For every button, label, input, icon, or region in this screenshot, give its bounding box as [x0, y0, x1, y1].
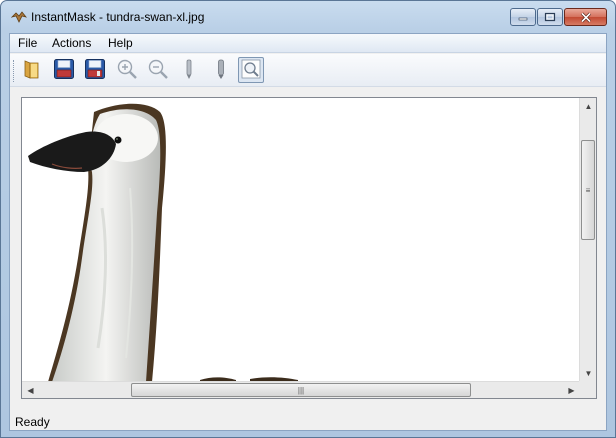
minimize-icon — [511, 9, 535, 25]
status-bar: Ready — [10, 406, 606, 430]
maximize-button[interactable] — [537, 8, 563, 26]
zoom-fit-button[interactable] — [238, 57, 264, 83]
marker-icon — [210, 58, 232, 83]
open-button[interactable] — [19, 57, 45, 83]
horizontal-scrollbar[interactable]: ◀ ||| ▶ — [22, 381, 580, 398]
app-window: InstantMask - tundra-swan-xl.jpg File Ac… — [0, 0, 616, 438]
window-title: InstantMask - tundra-swan-xl.jpg — [31, 10, 205, 24]
minimize-button[interactable] — [510, 8, 536, 26]
app-logo-icon — [10, 10, 28, 24]
toolbar-grip[interactable] — [13, 60, 16, 82]
title-bar[interactable]: InstantMask - tundra-swan-xl.jpg — [1, 1, 615, 33]
pencil-icon — [178, 58, 200, 83]
menu-actions[interactable]: Actions — [50, 36, 93, 50]
maximize-icon — [538, 9, 562, 25]
menu-help[interactable]: Help — [106, 36, 135, 50]
zoom-in-icon — [116, 58, 138, 83]
scroll-up-icon[interactable]: ▲ — [580, 98, 597, 115]
swan-image — [28, 103, 298, 382]
pencil-button[interactable] — [176, 57, 202, 83]
close-icon — [565, 9, 606, 25]
scroll-left-icon[interactable]: ◀ — [22, 382, 39, 399]
save-icon — [53, 58, 75, 83]
image-canvas[interactable] — [22, 98, 580, 382]
menu-file[interactable]: File — [16, 36, 39, 50]
zoom-in-button[interactable] — [114, 57, 140, 83]
scroll-right-icon[interactable]: ▶ — [563, 382, 580, 399]
marker-button[interactable] — [208, 57, 234, 83]
thumb-grip-icon: ≡ — [585, 185, 591, 195]
zoom-out-button[interactable] — [145, 57, 171, 83]
zoom-fit-icon — [240, 58, 262, 83]
toolbar — [10, 54, 606, 87]
close-button[interactable] — [564, 8, 607, 26]
scroll-corner — [579, 381, 596, 398]
zoom-out-icon — [147, 58, 169, 83]
vertical-scrollbar[interactable]: ▲ ≡ ▼ — [579, 98, 596, 382]
image-viewport: ▲ ≡ ▼ ◀ ||| ▶ — [21, 97, 597, 399]
vertical-scroll-thumb[interactable]: ≡ — [581, 140, 595, 240]
open-folder-icon — [21, 58, 43, 83]
save-as-icon — [84, 58, 106, 83]
save-button[interactable] — [51, 57, 77, 83]
horizontal-scroll-thumb[interactable]: ||| — [131, 383, 471, 397]
thumb-grip-icon: ||| — [297, 385, 305, 395]
menu-bar: File Actions Help — [10, 34, 606, 53]
client-area: File Actions Help ▲ ≡ ▼ ◀ ||| ▶ Ready — [9, 33, 607, 431]
save-as-button[interactable] — [82, 57, 108, 83]
scroll-down-icon[interactable]: ▼ — [580, 365, 597, 382]
status-text: Ready — [15, 415, 50, 429]
